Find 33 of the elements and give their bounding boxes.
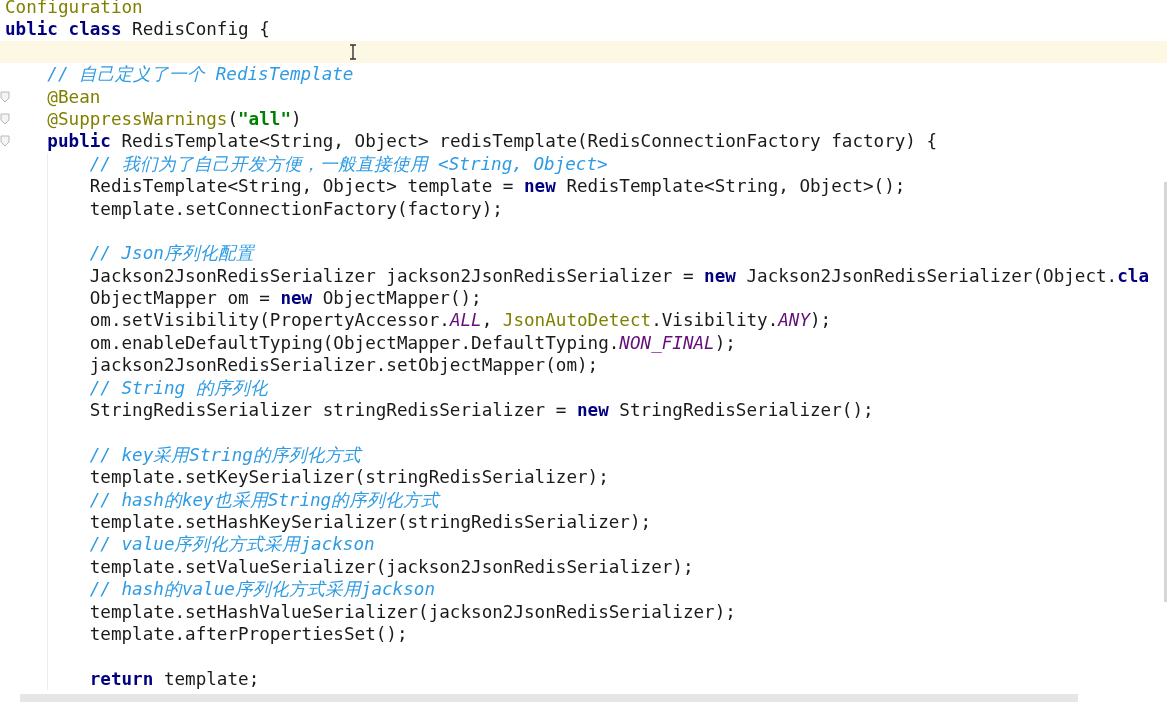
vertical-scrollbar[interactable] — [1164, 182, 1167, 602]
code-line: @SuppressWarnings("all") — [47, 107, 302, 131]
code-line: RedisTemplate<String, Object> template = new RedisTemplate<String, Object>(); — [89, 175, 906, 198]
code-line: jackson2JsonRedisSerializer.setObjectMapper(om); — [89, 354, 599, 377]
code-comment: // 自己定义了一个 RedisTemplate — [47, 63, 354, 86]
fold-marker-icon[interactable] — [0, 112, 10, 125]
code-comment: // 我们为了自己开发方便，一般直接使用 <String, Object> — [89, 152, 608, 176]
code-line: template.setHashKeySerializer(stringRedisSerializer); — [89, 511, 652, 534]
code-line: om.setVisibility(PropertyAccessor.ALL, JsonAutoDetect.Visibility.ANY); — [89, 309, 832, 332]
fold-marker-icon[interactable] — [0, 90, 10, 103]
fold-marker-icon[interactable] — [0, 135, 10, 148]
code-line: template.afterPropertiesSet(); — [89, 622, 408, 646]
text-cursor-icon — [349, 44, 357, 60]
code-line: ObjectMapper om = new ObjectMapper(); — [89, 287, 482, 310]
code-comment: // hash的key也采用String的序列化方式 — [89, 488, 440, 511]
code-comment: // Json序列化配置 — [89, 242, 254, 265]
code-comment: // hash的value序列化方式采用jackson — [89, 578, 435, 601]
code-line: om.enableDefaultTyping(ObjectMapper.DefaultTyping.NON_FINAL); — [89, 331, 736, 355]
code-line: StringRedisSerializer stringRedisSerializer = new StringRedisSerializer(); — [89, 399, 874, 422]
code-comment: // value序列化方式采用jackson — [89, 533, 375, 556]
code-line: return template; — [89, 667, 260, 691]
code-line: template.setValueSerializer(jackson2JsonRedisSerializer); — [89, 555, 694, 579]
code-line: template.setConnectionFactory(factory); — [89, 197, 503, 220]
code-line: ublic class RedisConfig { — [5, 18, 270, 41]
code-line: Jackson2JsonRedisSerializer jackson2JsonRedisSerializer = new Jackson2JsonRedisSerializer(Object.cla — [89, 264, 1149, 288]
code-line: template.setHashValueSerializer(jackson2JsonRedisSerializer); — [89, 600, 736, 623]
code-comment: // key采用String的序列化方式 — [89, 443, 361, 467]
code-line: public RedisTemplate<String, Object> redisTemplate(RedisConnectionFactory factory) { — [47, 130, 938, 153]
code-line: @Bean — [47, 85, 101, 108]
code-line: Configuration — [5, 0, 143, 19]
code-line: template.setKeySerializer(stringRedisSerializer); — [89, 466, 609, 489]
horizontal-scrollbar[interactable] — [20, 694, 1078, 702]
code-comment: // String 的序列化 — [89, 376, 268, 400]
